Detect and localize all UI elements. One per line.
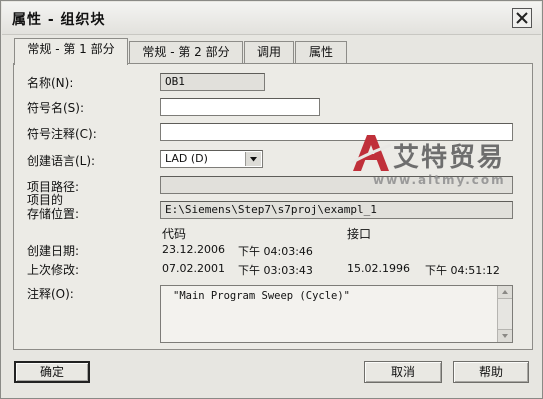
chevron-down-icon[interactable] <box>245 152 261 166</box>
modified-interface-time: 下午 04:51:12 <box>425 264 500 277</box>
tab-label: 常规 - 第 2 部分 <box>142 45 230 59</box>
storage-location-field: E:\Siemens\Step7\s7proj\exampl_1 <box>160 201 513 219</box>
ok-button-label: 确定 <box>39 365 64 379</box>
name-label: 名称(N): <box>27 76 74 90</box>
comment-scrollbar[interactable] <box>497 286 512 342</box>
tab-label: 属性 <box>308 45 333 59</box>
help-button-label: 帮助 <box>478 365 503 379</box>
a-letter-logo-icon <box>350 135 391 171</box>
tab-general-part-1[interactable]: 常规 - 第 1 部分 <box>14 38 128 65</box>
tab-general-part-2[interactable]: 常规 - 第 2 部分 <box>129 41 243 63</box>
tab-label: 调用 <box>256 45 281 59</box>
close-icon <box>516 12 528 24</box>
watermark-url: www.aitmy.com <box>373 173 506 187</box>
cancel-button[interactable]: 取消 <box>364 361 442 383</box>
scroll-up-icon[interactable] <box>498 286 512 299</box>
properties-dialog: 属性 - 组织块 常规 - 第 1 部分 常规 - 第 2 部分 调用 属性 名… <box>0 0 543 399</box>
symbol-comment-label: 符号注释(C): <box>27 127 97 141</box>
scroll-down-icon[interactable] <box>498 329 512 342</box>
name-field: OB1 <box>160 73 265 91</box>
code-column-header: 代码 <box>162 227 187 241</box>
last-modified-label: 上次修改: <box>27 263 80 277</box>
comment-label: 注释(O): <box>27 287 74 301</box>
created-date-label: 创建日期: <box>27 244 80 258</box>
storage-label-line2: 存储位置: <box>27 207 80 221</box>
language-select[interactable]: LAD (D) <box>160 150 263 168</box>
help-button[interactable]: 帮助 <box>453 361 529 383</box>
window-title: 属性 - 组织块 <box>12 12 106 28</box>
watermark-title: 艾特贸易 <box>393 143 506 173</box>
tab-calls[interactable]: 调用 <box>244 41 294 63</box>
language-value: LAD (D) <box>165 152 208 165</box>
interface-column-header: 接口 <box>347 227 372 241</box>
created-code-time: 下午 04:03:46 <box>238 245 313 258</box>
modified-interface-date: 15.02.1996 <box>347 262 410 275</box>
ok-button[interactable]: 确定 <box>14 361 90 383</box>
modified-code-date: 07.02.2001 <box>162 262 225 275</box>
tab-attributes[interactable]: 属性 <box>295 41 347 63</box>
symbol-name-label: 符号名(S): <box>27 101 85 115</box>
comment-textarea[interactable]: "Main Program Sweep (Cycle)" <box>160 285 513 343</box>
created-code-date: 23.12.2006 <box>162 243 225 256</box>
comment-text: "Main Program Sweep (Cycle)" <box>173 290 351 302</box>
cancel-button-label: 取消 <box>390 365 415 379</box>
close-button[interactable] <box>512 8 532 28</box>
language-label: 创建语言(L): <box>27 154 96 168</box>
symbol-name-input[interactable] <box>160 98 320 116</box>
modified-code-time: 下午 03:03:43 <box>238 264 313 277</box>
watermark: 艾特贸易 www.aitmy.com <box>349 133 539 191</box>
tab-label: 常规 - 第 1 部分 <box>27 42 115 56</box>
title-bar: 属性 - 组织块 <box>2 2 541 35</box>
